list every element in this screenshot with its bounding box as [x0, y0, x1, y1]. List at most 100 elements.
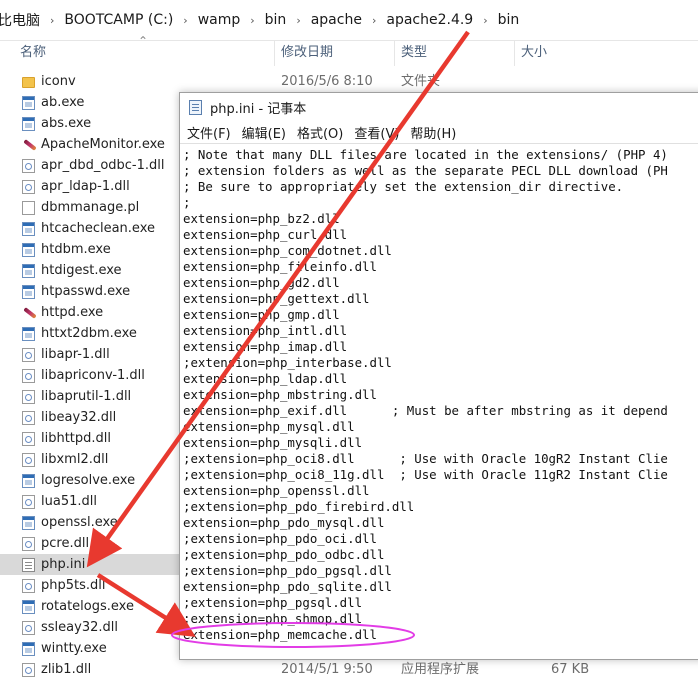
notepad-menu-item[interactable]: 帮助(H) [403, 123, 460, 142]
file-name: htpasswd.exe [41, 284, 131, 299]
notepad-text-line: extension=php_gd2.dll [183, 275, 340, 290]
file-date: 2014/5/1 9:50 [281, 662, 373, 677]
file-name: ApacheMonitor.exe [41, 137, 165, 152]
file-name: wintty.exe [41, 641, 107, 656]
notepad-text-line: extension=php_gmp.dll [183, 307, 340, 322]
feather-icon [22, 138, 35, 152]
dll-icon [22, 536, 35, 551]
breadcrumb-separator-icon[interactable]: › [366, 14, 382, 27]
file-type: 文件夹 [401, 74, 441, 89]
notepad-text-area[interactable]: ; Note that many DLL files are located i… [183, 147, 698, 655]
notepad-text-line: extension=php_ldap.dll [183, 371, 348, 386]
breadcrumb-item[interactable]: bin [494, 12, 524, 28]
notepad-text-line: ;extension=php_pdo_pgsql.dll [183, 563, 392, 578]
column-date-modified[interactable]: 修改日期 [275, 40, 395, 66]
breadcrumb-separator-icon[interactable]: › [177, 14, 193, 27]
column-size[interactable]: 大小 [515, 40, 698, 66]
notepad-text-line: ;extension=php_oci8_11g.dll ; Use with O… [183, 467, 668, 482]
breadcrumb-item[interactable]: bin [261, 12, 291, 28]
file-name-cell: lua51.dll [22, 491, 97, 512]
file-row[interactable]: zlib1.dll 2014/5/1 9:50 应用程序扩展 67 KB [0, 659, 698, 680]
file-name: libaprutil-1.dll [41, 389, 132, 404]
address-breadcrumb[interactable]: 比电脑 › BOOTCAMP (C:) › wamp › bin › apache › apache… [0, 0, 698, 41]
file-name-cell: httpd.exe [22, 302, 103, 323]
notepad-text-line: extension=php_mysql.dll [183, 419, 355, 434]
notepad-text-line: ;extension=php_interbase.dll [183, 355, 392, 370]
file-name-cell: php5ts.dll [22, 575, 106, 596]
dll-icon [22, 452, 35, 467]
file-name-cell: httxt2dbm.exe [22, 323, 137, 344]
dll-icon [22, 620, 35, 635]
file-name-cell: ApacheMonitor.exe [22, 134, 165, 155]
breadcrumb-separator-icon[interactable]: › [290, 14, 306, 27]
file-name: libhttpd.dll [41, 431, 112, 446]
file-name-cell: ssleay32.dll [22, 617, 118, 638]
file-name-cell: openssl.exe [22, 512, 118, 533]
file-name: php5ts.dll [41, 578, 106, 593]
file-name: php.ini [41, 557, 86, 572]
breadcrumb-separator-icon[interactable]: › [44, 14, 60, 27]
notepad-menubar: 文件(F) 编辑(E) 格式(O) 查看(V) 帮助(H) [180, 121, 698, 144]
file-name: httxt2dbm.exe [41, 326, 137, 341]
exe-icon [22, 116, 35, 131]
breadcrumb-item[interactable]: BOOTCAMP (C:) [60, 12, 177, 28]
dll-icon [22, 494, 35, 509]
breadcrumb-item[interactable]: apache2.4.9 [382, 12, 477, 28]
file-name-cell: htpasswd.exe [22, 281, 130, 302]
notepad-text-line: extension=php_intl.dll [183, 323, 348, 338]
file-name: httpd.exe [41, 305, 104, 320]
notepad-menu-item[interactable]: 文件(F) [180, 123, 235, 142]
dll-icon [22, 179, 35, 194]
file-name-cell: zlib1.dll [22, 659, 91, 680]
exe-icon [22, 221, 35, 236]
file-name-cell: htdigest.exe [22, 260, 122, 281]
file-name: abs.exe [41, 116, 92, 131]
notepad-text-line: extension=php_com_dotnet.dll [183, 243, 392, 258]
file-name: apr_ldap-1.dll [41, 179, 130, 194]
notepad-titlebar[interactable]: php.ini - 记事本 [180, 93, 698, 121]
column-header-row: ⌃ 名称 修改日期 类型 大小 [0, 34, 698, 66]
file-name: dbmmanage.pl [41, 200, 140, 215]
notepad-text-line: ;extension=php_oci8.dll ; Use with Oracl… [183, 451, 668, 466]
notepad-menu-item[interactable]: 查看(V) [347, 123, 403, 142]
column-name[interactable]: 名称 [14, 40, 275, 66]
file-name-cell: php.ini [22, 554, 85, 575]
file-name: ssleay32.dll [41, 620, 118, 635]
file-name-cell: libaprutil-1.dll [22, 386, 131, 407]
breadcrumb-item[interactable]: 比电脑 [0, 10, 44, 30]
file-name-cell: libhttpd.dll [22, 428, 111, 449]
notepad-window[interactable]: php.ini - 记事本 文件(F) 编辑(E) 格式(O) 查看(V) 帮助(H) … [179, 92, 698, 660]
dll-icon [22, 431, 35, 446]
file-name-cell: wintty.exe [22, 638, 107, 659]
breadcrumb-item[interactable]: apache [307, 12, 366, 28]
file-name: rotatelogs.exe [41, 599, 134, 614]
breadcrumb-item[interactable]: wamp [194, 12, 245, 28]
ini-file-icon [22, 557, 35, 572]
dll-icon [22, 662, 35, 677]
file-name: htdbm.exe [41, 242, 111, 257]
file-name-cell: ab.exe [22, 92, 84, 113]
notepad-menu-item[interactable]: 格式(O) [290, 123, 347, 142]
file-name-cell: libxml2.dll [22, 449, 108, 470]
file-name: htcacheclean.exe [41, 221, 155, 236]
file-name: ab.exe [41, 95, 85, 110]
notepad-text-line: ;extension=php_shmop.dll [183, 611, 363, 626]
file-name: libxml2.dll [41, 452, 109, 467]
breadcrumb-separator-icon[interactable]: › [477, 14, 493, 27]
notepad-menu-item[interactable]: 编辑(E) [235, 123, 290, 142]
file-row[interactable]: iconv 2016/5/6 8:10 文件夹 [0, 71, 698, 92]
dll-icon [22, 368, 35, 383]
file-name: libapriconv-1.dll [41, 368, 145, 383]
exe-icon [22, 242, 35, 257]
notepad-text-line: extension=php_mysqli.dll [183, 435, 363, 450]
file-name: openssl.exe [41, 515, 118, 530]
file-name-cell: iconv [22, 71, 76, 92]
file-name: iconv [41, 74, 76, 89]
exe-icon [22, 263, 35, 278]
notepad-text-line: ; Note that many DLL files are located i… [183, 147, 668, 162]
file-type: 应用程序扩展 [401, 662, 480, 677]
breadcrumb-separator-icon[interactable]: › [244, 14, 260, 27]
notepad-text-line: extension=php_pdo_sqlite.dll [183, 579, 392, 594]
column-type[interactable]: 类型 [395, 40, 515, 66]
notepad-text-line: extension=php_gettext.dll [183, 291, 370, 306]
